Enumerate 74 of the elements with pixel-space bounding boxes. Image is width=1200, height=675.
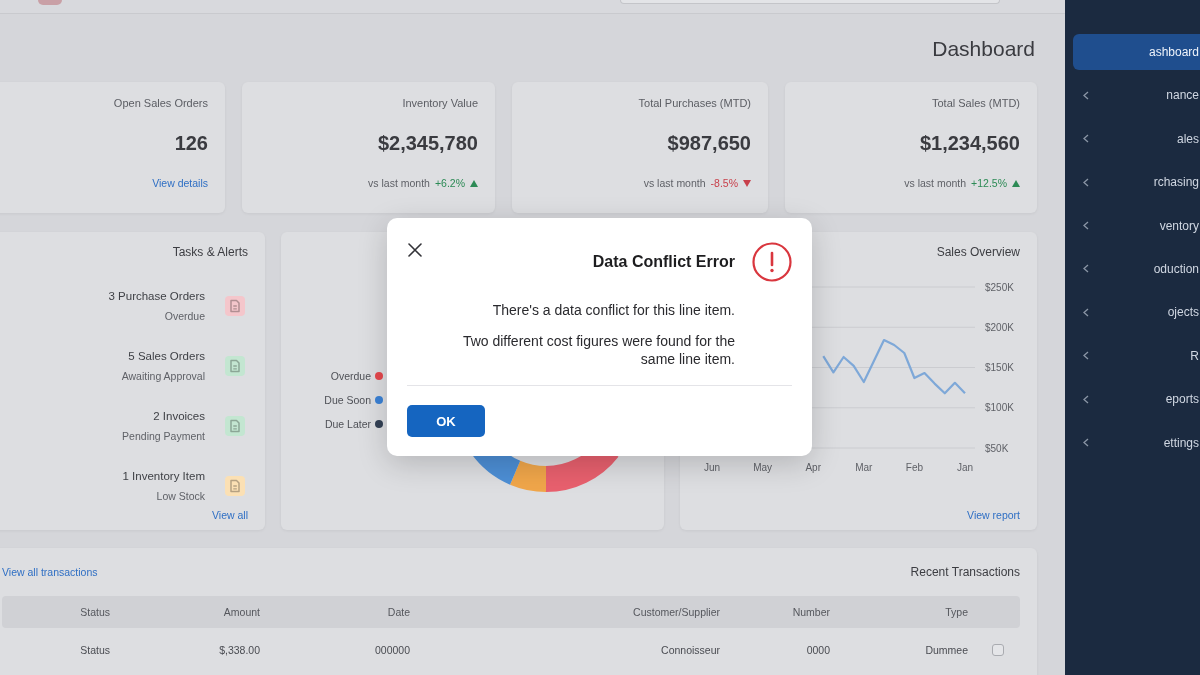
card-title: Tasks & Alerts: [172, 245, 248, 259]
sidebar-item[interactable]: oduction: [1073, 250, 1200, 287]
task-title: 1 Inventory Item: [122, 469, 205, 483]
task-title: 3 Purchase Orders: [108, 289, 205, 303]
sidebar-item[interactable]: rchasing: [1073, 164, 1200, 201]
table-cell: $,338.00: [219, 643, 260, 657]
stat-value: 126: [174, 132, 208, 154]
sidebar-item[interactable]: ales: [1073, 120, 1200, 157]
task-subtitle: Awaiting Approval: [121, 369, 205, 383]
stat-note: vs last month: [368, 176, 430, 190]
sidebar-item[interactable]: ventory: [1073, 207, 1200, 244]
task-subtitle: Low Stock: [156, 489, 205, 503]
column-header: Customer/Supplier: [633, 605, 720, 619]
view-all-link[interactable]: View all transactions: [2, 565, 98, 579]
axis-label: Jun: [703, 462, 721, 473]
stat-title: Open Sales Orders: [113, 96, 208, 110]
axis-label: $250K: [985, 281, 1014, 293]
stat-note: vs last month: [904, 176, 967, 190]
column-header: Date: [387, 605, 410, 619]
legend-label: Overdue: [330, 369, 371, 383]
column-header: Amount: [223, 605, 260, 619]
dialog-message: There's a data conflict for this line item.: [491, 301, 735, 319]
task-title: 2 Invoices: [153, 409, 205, 423]
dialog-title: Data Conflict Error: [592, 253, 735, 271]
sidebar-item[interactable]: nance: [1073, 77, 1200, 114]
close-icon[interactable]: [408, 243, 422, 257]
axis-label: $100K: [985, 402, 1014, 414]
sidebar-item[interactable]: eports: [1073, 381, 1200, 418]
avatar-icon[interactable]: [38, 0, 62, 5]
stat-title: Inventory Value: [402, 96, 478, 110]
table-cell: 000000: [374, 643, 410, 657]
table-cell: Status: [80, 643, 110, 657]
stat-value: $2,345,780: [377, 132, 478, 154]
card-title: Recent Transactions: [910, 565, 1020, 579]
axis-label: Feb: [905, 462, 923, 473]
stat-change: -8.5%: [710, 176, 738, 190]
axis-label: Jan: [956, 462, 974, 473]
card-title: Sales Overview: [936, 245, 1020, 259]
table-cell: Dummee: [925, 643, 968, 657]
axis-label: Apr: [805, 462, 821, 473]
stat-title: Total Purchases (MTD): [638, 96, 751, 110]
view-details-link[interactable]: View details: [152, 176, 208, 190]
axis-label: $150K: [985, 362, 1014, 373]
dialog-message: Two different cost figures were found for the same line item.: [461, 332, 735, 368]
stat-value: $987,650: [667, 132, 751, 154]
sidebar-item[interactable]: ettings: [1073, 424, 1200, 461]
axis-label: $200K: [985, 321, 1014, 333]
ok-button[interactable]: OK: [407, 405, 485, 437]
column-header: Number: [792, 605, 830, 619]
column-header: Status: [80, 605, 110, 619]
checkbox[interactable]: [992, 644, 1004, 656]
legend-label: Due Soon: [324, 393, 371, 407]
axis-label: $50K: [985, 442, 1009, 454]
axis-label: May: [753, 462, 773, 473]
stat-change: +12.5%: [971, 176, 1007, 190]
sidebar-item[interactable]: R: [1073, 337, 1200, 374]
page-title: Dashboard: [932, 38, 1035, 60]
table-cell: 0000: [806, 643, 830, 657]
stat-note: vs last month: [643, 176, 706, 190]
stat-change: +6.2%: [434, 176, 465, 190]
sidebar-item[interactable]: ojects: [1073, 294, 1200, 331]
task-subtitle: Pending Payment: [122, 429, 205, 443]
task-title: 5 Sales Orders: [128, 349, 205, 363]
legend-label: Due Later: [324, 417, 371, 431]
stat-title: Total Sales (MTD): [931, 96, 1020, 110]
table-cell: Connoisseur: [661, 643, 720, 657]
error-icon: [752, 242, 792, 282]
axis-label: Mar: [855, 462, 873, 473]
view-all-link[interactable]: View all: [212, 508, 248, 522]
column-header: Type: [945, 605, 968, 619]
view-report-link[interactable]: View report: [967, 508, 1020, 522]
stat-value: $1,234,560: [919, 132, 1020, 154]
task-subtitle: Overdue: [164, 309, 205, 323]
sidebar-item[interactable]: ashboard: [1073, 34, 1200, 70]
